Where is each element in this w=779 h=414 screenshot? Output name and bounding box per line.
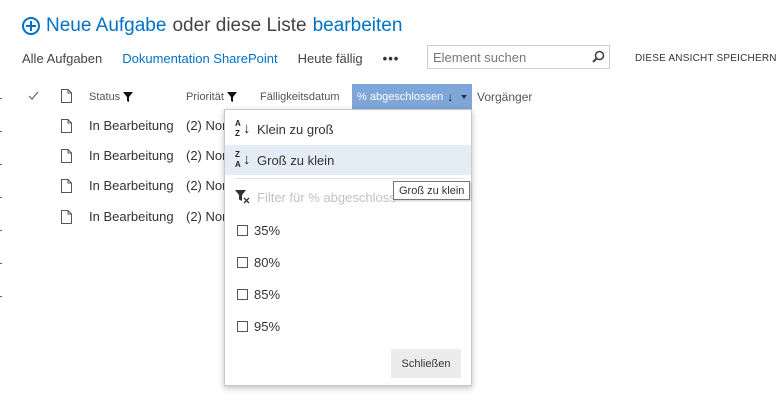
filter-option-label: 95%: [254, 318, 281, 334]
column-header-priority[interactable]: Priorität: [186, 89, 237, 105]
document-icon: [61, 179, 72, 193]
filter-option-95[interactable]: 95%: [237, 316, 280, 336]
column-header-percent-complete[interactable]: % abgeschlossen ↓: [352, 84, 472, 109]
checkbox[interactable]: [237, 224, 248, 236]
table-row[interactable]: In Bearbeitung (2) Normal: [0, 115, 240, 137]
column-header-predecessor[interactable]: Vorgänger: [477, 89, 532, 105]
row-priority: (2) Normal: [186, 209, 226, 224]
sort-z-a-icon: Z A ↓: [235, 150, 251, 169]
filter-option-80[interactable]: 80%: [237, 252, 280, 272]
filter-option-label: 80%: [254, 254, 281, 270]
sort-descending-label: Groß zu klein: [257, 152, 335, 168]
row-priority: (2) Normal: [186, 148, 226, 163]
sort-descending-arrow-icon: ↓: [447, 89, 454, 104]
edit-list-link[interactable]: bearbeiten: [313, 15, 403, 37]
view-documentation-sharepoint[interactable]: Dokumentation SharePoint: [122, 51, 277, 66]
table-row[interactable]: In Bearbeitung (2) Normal: [0, 175, 240, 197]
document-icon: [61, 149, 72, 163]
sort-a-z-icon: A Z ↓: [235, 119, 251, 138]
checkbox[interactable]: [237, 288, 248, 300]
column-header-due-date[interactable]: Fälligkeitsdatum: [260, 89, 339, 105]
new-task-link[interactable]: Neue Aufgabe: [46, 15, 166, 37]
view-due-today[interactable]: Heute fällig: [298, 51, 363, 66]
filter-funnel-icon: [226, 92, 237, 102]
list-header: Neue Aufgabe oder diese Liste bearbeiten: [22, 13, 402, 39]
filter-option-label: 85%: [254, 286, 281, 302]
tooltip: Groß zu klein: [393, 181, 471, 200]
search-icon[interactable]: [592, 50, 605, 63]
header-connector-text: oder diese Liste: [172, 15, 307, 36]
checkbox[interactable]: [237, 256, 248, 268]
chevron-down-icon[interactable]: [461, 94, 468, 99]
column-options-menu: A Z ↓ Klein zu groß Z A ↓ Groß zu klein Filt…: [224, 109, 472, 386]
filter-option-35[interactable]: 35%: [237, 220, 280, 240]
search-box: [427, 45, 610, 69]
add-circle-icon[interactable]: [22, 17, 40, 35]
view-all-tasks[interactable]: Alle Aufgaben: [22, 51, 102, 66]
save-view-button[interactable]: DIESE ANSICHT SPEICHERN: [635, 53, 777, 64]
filter-option-85[interactable]: 85%: [237, 284, 280, 304]
column-percent-label: % abgeschlossen: [357, 90, 444, 103]
select-all-checkmark-icon[interactable]: [28, 89, 40, 103]
table-row[interactable]: In Bearbeitung (2) Normal: [0, 206, 240, 228]
filter-funnel-icon: [123, 92, 134, 102]
table-row[interactable]: In Bearbeitung (2) Normal: [0, 145, 240, 167]
document-icon: [61, 210, 72, 224]
view-selector: Alle Aufgaben Dokumentation SharePoint H…: [22, 49, 399, 67]
row-status: In Bearbeitung: [89, 178, 174, 193]
filter-label: Filter für % abgeschlossen: [257, 190, 395, 205]
row-status: In Bearbeitung: [89, 118, 174, 133]
sort-ascending-item[interactable]: A Z ↓ Klein zu groß: [225, 114, 471, 144]
clear-filter-icon: [235, 190, 250, 204]
menu-divider: [235, 178, 463, 179]
column-header-status[interactable]: Status: [89, 89, 134, 105]
row-priority: (2) Normal: [186, 118, 226, 133]
search-input[interactable]: [428, 48, 585, 66]
checkbox[interactable]: [237, 320, 248, 332]
column-status-label: Status: [89, 91, 121, 103]
document-type-icon: [61, 89, 72, 103]
sort-ascending-label: Klein zu groß: [257, 121, 334, 137]
row-status: In Bearbeitung: [89, 148, 174, 163]
more-views-button[interactable]: •••: [383, 51, 400, 66]
row-priority: (2) Normal: [186, 178, 226, 193]
document-icon: [61, 119, 72, 133]
filter-option-label: 35%: [254, 222, 281, 238]
row-status: In Bearbeitung: [89, 209, 174, 224]
column-priority-label: Priorität: [186, 91, 224, 103]
sort-descending-item[interactable]: Z A ↓ Groß zu klein: [225, 145, 471, 175]
close-button[interactable]: Schließen: [391, 349, 461, 378]
